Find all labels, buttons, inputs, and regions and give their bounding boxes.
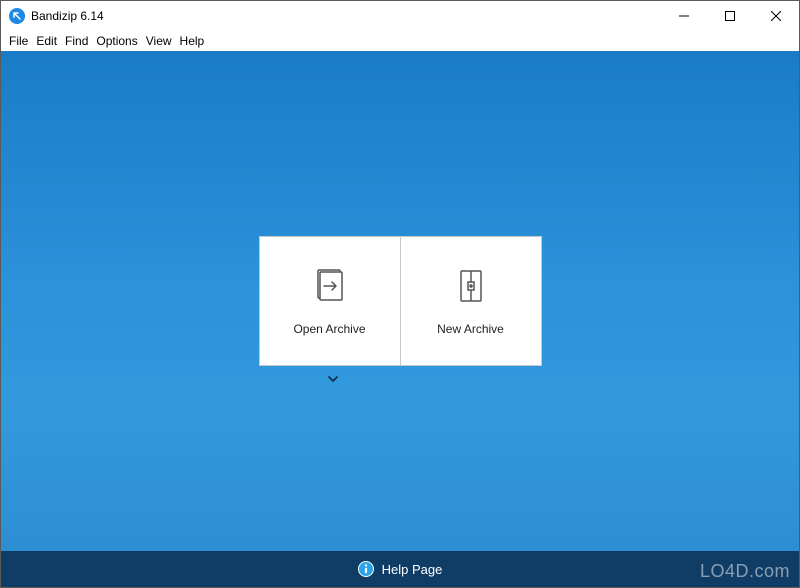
open-archive-icon bbox=[310, 266, 350, 306]
menu-find[interactable]: Find bbox=[61, 34, 92, 48]
app-window: Bandizip 6.14 File Edit Find Options Vie… bbox=[0, 0, 800, 588]
window-title: Bandizip 6.14 bbox=[31, 9, 104, 23]
new-archive-icon bbox=[451, 266, 491, 306]
menu-help[interactable]: Help bbox=[176, 34, 209, 48]
content-area: Open Archive New Archive bbox=[1, 51, 799, 551]
menu-options[interactable]: Options bbox=[92, 34, 141, 48]
help-page-label: Help Page bbox=[382, 562, 443, 577]
open-archive-label: Open Archive bbox=[293, 322, 365, 336]
menu-view[interactable]: View bbox=[142, 34, 176, 48]
maximize-button[interactable] bbox=[707, 1, 753, 31]
new-archive-button[interactable]: New Archive bbox=[400, 236, 542, 366]
close-button[interactable] bbox=[753, 1, 799, 31]
help-page-button[interactable]: Help Page bbox=[1, 551, 799, 587]
info-icon bbox=[358, 561, 374, 577]
titlebar: Bandizip 6.14 bbox=[1, 1, 799, 31]
menubar: File Edit Find Options View Help bbox=[1, 31, 799, 51]
new-archive-label: New Archive bbox=[437, 322, 504, 336]
menu-file[interactable]: File bbox=[5, 34, 32, 48]
window-controls bbox=[661, 1, 799, 31]
app-icon bbox=[9, 8, 25, 24]
menu-edit[interactable]: Edit bbox=[32, 34, 61, 48]
action-cards: Open Archive New Archive bbox=[259, 236, 542, 366]
minimize-button[interactable] bbox=[661, 1, 707, 31]
open-archive-button[interactable]: Open Archive bbox=[259, 236, 401, 366]
chevron-down-icon[interactable] bbox=[327, 372, 339, 384]
